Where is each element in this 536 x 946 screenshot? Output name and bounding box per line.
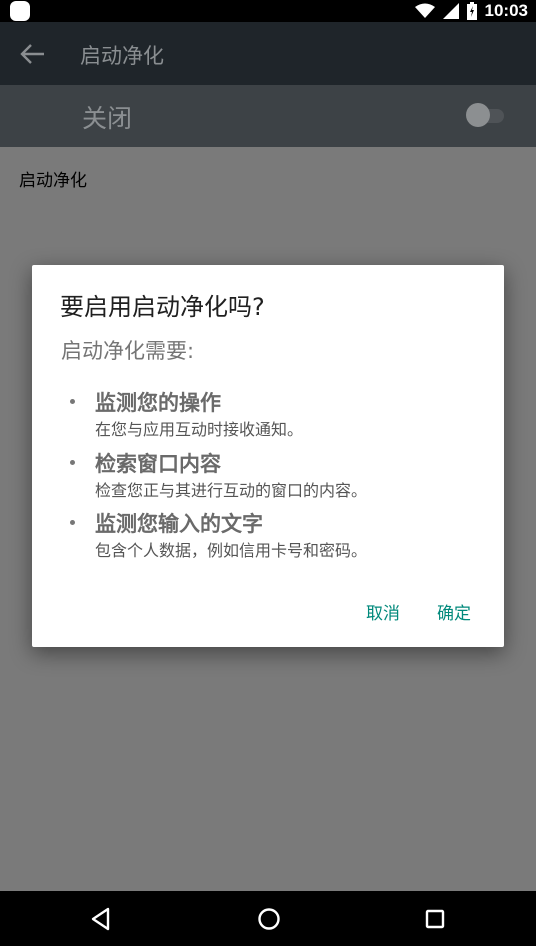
- arrow-back-icon[interactable]: [18, 42, 46, 66]
- permission-title: 检索窗口内容: [95, 452, 221, 476]
- cancel-button[interactable]: 取消: [366, 599, 400, 624]
- confirm-button[interactable]: 确定: [437, 599, 471, 624]
- bullet-icon: [70, 460, 75, 465]
- status-icons: 10:03: [414, 0, 528, 22]
- permission-item: 检索窗口内容 检查您正与其进行互动的窗口的内容。: [32, 452, 504, 510]
- permission-item: 监测您输入的文字 包含个人数据，例如信用卡号和密码。: [32, 512, 504, 570]
- bullet-icon: [70, 520, 75, 525]
- status-time: 10:03: [484, 1, 528, 20]
- permission-description: 检查您正与其进行互动的窗口的内容。: [95, 481, 368, 500]
- app-notification-icon: [10, 1, 30, 21]
- master-switch-row[interactable]: 关闭: [0, 85, 536, 147]
- dialog-title: 要启用启动净化吗?: [60, 293, 265, 321]
- master-switch[interactable]: [466, 103, 506, 127]
- navigation-bar: [0, 891, 536, 946]
- permission-description: 包含个人数据，例如信用卡号和密码。: [95, 541, 368, 560]
- permission-description: 在您与应用互动时接收通知。: [95, 420, 304, 439]
- status-bar: 10:03: [0, 0, 536, 22]
- dialog-intro: 启动净化需要:: [61, 339, 195, 363]
- bullet-icon: [70, 399, 75, 404]
- switch-label: 关闭: [82, 104, 133, 133]
- nav-back-icon[interactable]: [88, 906, 114, 932]
- permission-dialog: 要启用启动净化吗? 启动净化需要: 监测您的操作 在您与应用互动时接收通知。 检…: [32, 265, 504, 647]
- app-title: 启动净化: [80, 44, 164, 68]
- app-bar: 启动净化: [0, 22, 536, 85]
- nav-home-icon[interactable]: [256, 906, 282, 932]
- nav-recents-icon[interactable]: [422, 906, 448, 932]
- permission-title: 监测您输入的文字: [95, 512, 263, 536]
- switch-thumb: [466, 103, 490, 127]
- wifi-icon: [414, 3, 435, 18]
- section-label: 启动净化: [19, 171, 87, 191]
- permission-item: 监测您的操作 在您与应用互动时接收通知。: [32, 391, 504, 449]
- signal-icon: [442, 3, 459, 19]
- permission-title: 监测您的操作: [95, 391, 221, 415]
- battery-icon: [466, 2, 477, 20]
